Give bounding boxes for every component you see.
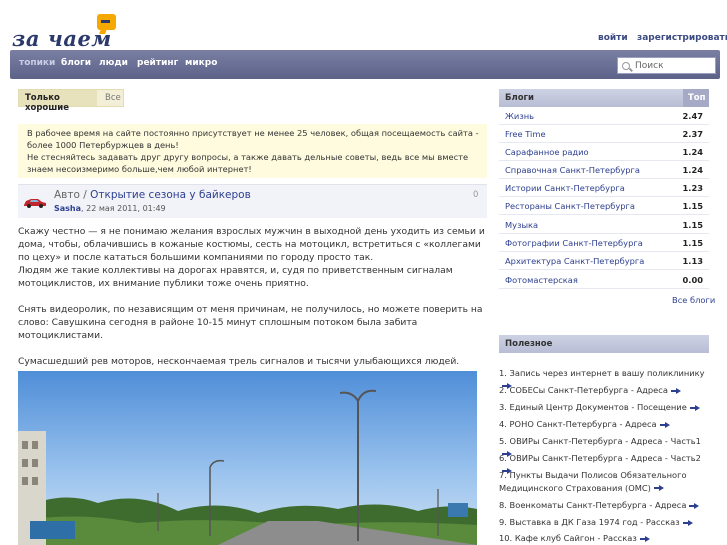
post-paragraph: Скажу честно — я не понимаю желания взро… [18,226,485,263]
useful-item[interactable]: 10. Кафе клуб Сайгон - Рассказ [499,532,709,545]
post-category-link[interactable]: Авто [54,189,80,201]
site-info-box: В рабочее время на сайте постоянно прису… [18,124,487,178]
useful-item[interactable]: 3. Единый Центр Документов - Посещение [499,401,709,414]
all-blogs-link[interactable]: Все блоги [672,295,715,305]
useful-item-label[interactable]: 1. Запись через интернет в вашу поликлин… [499,368,705,378]
useful-item[interactable]: 4. РОНО Санкт-Петербурга - Адреса [499,418,709,431]
search-box [617,57,716,74]
arrow-right-icon [653,485,664,491]
blogs-header: Блоги Топ [499,89,709,107]
info-line: Не стесняйтесь задавать друг другу вопро… [27,152,469,174]
login-link[interactable]: войти [598,33,628,43]
blog-score: 1.23 [682,183,703,193]
blog-row[interactable]: Рестораны Санкт-Петербурга 1.15 [499,197,709,215]
post-header: Авто / Открытие сезона у байкеров Sasha,… [18,184,487,218]
filter-good-tab[interactable]: Только хорошие [19,90,97,113]
blog-row[interactable]: Жизнь 2.47 [499,107,709,125]
arrow-right-icon [689,404,700,411]
blog-name[interactable]: Музыка [505,220,538,230]
blogs-title: Блоги [505,93,534,103]
blog-name[interactable]: Жизнь [505,111,534,121]
blog-score: 1.15 [682,238,703,248]
post-paragraph: Сумасшедший рев моторов, нескончаемая тр… [18,356,460,367]
post-photo [18,371,477,545]
useful-item[interactable]: 2. СОБЕСы Санкт-Петербурга - Адреса [499,384,709,397]
blog-score: 0.00 [682,275,703,285]
main-nav: топики блоги люди рейтинг микро [10,50,720,79]
post-paragraph: Людям же такие коллективы на дорогах нра… [18,265,453,289]
useful-item-label[interactable]: 3. Единый Центр Документов - Посещение [499,402,687,412]
topic-filter: Только хорошие Все [18,89,124,113]
useful-header: Полезное [499,335,709,353]
post-paragraph: Снять видеоролик, по независящим от меня… [18,304,483,341]
blog-score: 2.47 [682,111,703,121]
useful-item-label[interactable]: 9. Выставка в ДК Газа 1974 год - Рассказ [499,517,680,527]
site-logo[interactable]: за чаем [12,26,112,51]
post-author-link[interactable]: Sasha [54,204,81,213]
blog-score: 1.24 [682,147,703,157]
separator: / [79,189,91,201]
search-icon [622,61,630,70]
filter-all-tab[interactable]: Все [105,93,121,103]
blog-row[interactable]: Архитектура Санкт-Петербурга 1.13 [499,252,709,270]
blog-row[interactable]: Справочная Санкт-Петербурга 1.24 [499,161,709,179]
info-line: В рабочее время на сайте постоянно прису… [27,128,479,150]
blog-row[interactable]: Истории Санкт-Петербурга 1.23 [499,179,709,197]
blog-row[interactable]: Фотомастерская 0.00 [499,271,709,289]
nav-micro[interactable]: микро [185,58,217,68]
blog-score: 1.15 [682,220,703,230]
blog-row[interactable]: Free Time 2.37 [499,125,709,143]
comment-count[interactable]: 0 [473,190,478,200]
post-body: Скажу честно — я не понимаю желания взро… [18,225,488,368]
blog-name[interactable]: Free Time [505,129,546,139]
blog-row[interactable]: Фотографии Санкт-Петербурга 1.15 [499,234,709,252]
post-title-line: Авто / Открытие сезона у байкеров [54,189,251,201]
useful-item-label[interactable]: 2. СОБЕСы Санкт-Петербурга - Адреса [499,385,668,395]
blog-name[interactable]: Фотографии Санкт-Петербурга [505,238,643,248]
blog-score: 1.15 [682,201,703,211]
useful-item-label[interactable]: 5. ОВИРы Санкт-Петербурга - Адреса - Час… [499,436,701,446]
blog-name[interactable]: Сарафанное радио [505,147,589,157]
tea-cup-icon [97,14,116,30]
blog-name[interactable]: Архитектура Санкт-Петербурга [505,256,644,266]
useful-item[interactable]: 8. Военкоматы Санкт-Петербурга - Адреса [499,499,709,512]
useful-item-label[interactable]: 4. РОНО Санкт-Петербурга - Адреса [499,419,657,429]
blog-row[interactable]: Сарафанное радио 1.24 [499,143,709,161]
nav-rating[interactable]: рейтинг [137,58,178,68]
register-link[interactable]: зарегистрироваться [637,33,727,43]
blog-name[interactable]: Справочная Санкт-Петербурга [505,165,640,175]
nav-topics[interactable]: топики [19,58,55,68]
nav-people[interactable]: люди [99,58,128,68]
arrow-right-icon [682,519,693,526]
useful-item-label[interactable]: 8. Военкоматы Санкт-Петербурга - Адреса [499,500,686,510]
search-input[interactable] [635,60,713,71]
blog-row[interactable]: Музыка 1.15 [499,216,709,234]
blog-name[interactable]: Фотомастерская [505,275,578,285]
useful-item-label[interactable]: 10. Кафе клуб Сайгон - Рассказ [499,533,637,543]
car-icon [24,199,46,208]
blog-score: 1.13 [682,256,703,266]
blog-score: 2.37 [682,129,703,139]
useful-item-label[interactable]: 6. ОВИРы Санкт-Петербурга - Адреса - Час… [499,453,701,463]
blog-name[interactable]: Истории Санкт-Петербурга [505,183,625,193]
useful-item[interactable]: 7. Пункты Выдачи Полисов Обязательного М… [499,469,709,494]
post-date: 22 мая 2011, 01:49 [86,204,166,213]
site-header: за чаем войти зарегистрироваться [0,0,727,51]
blogs-top-label: Топ [683,89,709,107]
useful-item[interactable]: 9. Выставка в ДК Газа 1974 год - Рассказ [499,516,709,529]
useful-title: Полезное [505,339,553,349]
arrow-right-icon [689,502,700,509]
arrow-right-icon [670,387,681,394]
nav-blogs[interactable]: блоги [61,58,91,68]
arrow-right-icon [659,421,670,428]
blog-name[interactable]: Рестораны Санкт-Петербурга [505,201,635,211]
blog-score: 1.24 [682,165,703,175]
post-title-link[interactable]: Открытие сезона у байкеров [90,189,251,201]
post-meta: Sasha, 22 мая 2011, 01:49 [54,204,166,213]
arrow-right-icon [639,535,650,542]
